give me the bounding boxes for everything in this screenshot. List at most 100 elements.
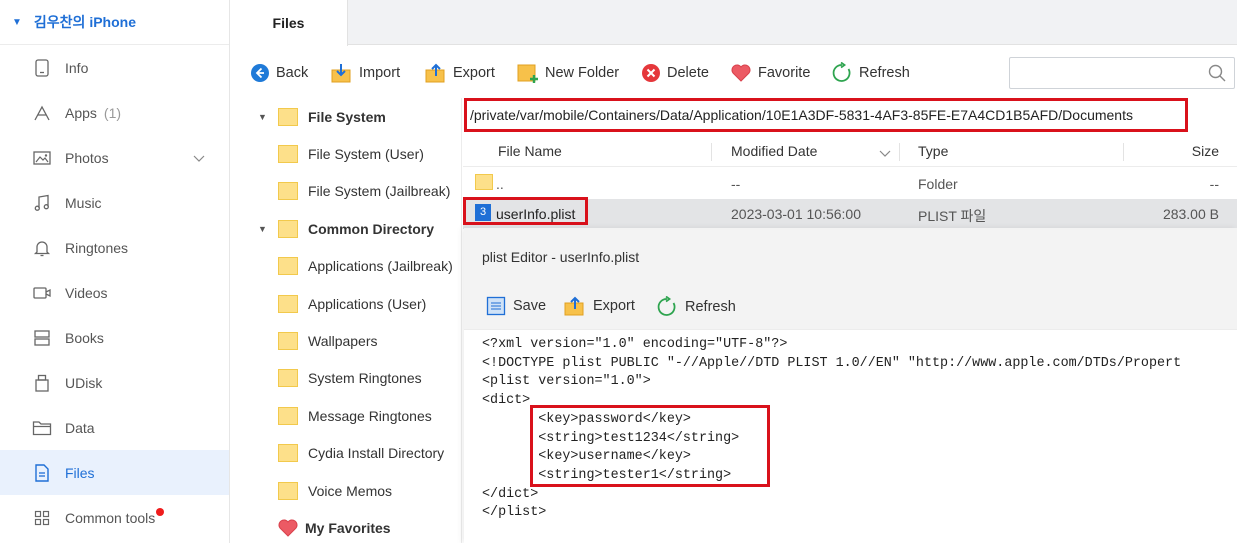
sidebar-item-files[interactable]: Files [0, 450, 229, 495]
folder-icon [475, 174, 493, 190]
table-row-selected[interactable]: 3 userInfo.plist 2023-03-01 10:56:00 PLI… [463, 197, 1237, 229]
sidebar-item-label: UDisk [65, 374, 103, 391]
sidebar-item-info[interactable]: Info [0, 45, 229, 90]
sidebar-item-data[interactable]: Data [0, 405, 229, 450]
back-arrow-icon [251, 64, 269, 82]
tree-item[interactable]: Cydia Install Directory [230, 435, 461, 472]
chevron-down-icon[interactable] [193, 150, 205, 166]
sidebar-item-photos[interactable]: Photos [0, 135, 229, 180]
column-separator[interactable] [899, 143, 900, 161]
folder-icon [278, 332, 298, 351]
search-box[interactable] [1009, 57, 1235, 89]
sort-chevron-icon[interactable] [879, 145, 891, 161]
expand-triangle-icon[interactable]: ▼ [258, 224, 267, 234]
new-folder-icon [517, 64, 538, 83]
file-modified: -- [731, 176, 741, 192]
column-header-modified[interactable]: Modified Date [731, 143, 817, 159]
code-line: </plist> [482, 505, 547, 521]
tree-group-label: Common Directory [308, 220, 435, 237]
import-label: Import [359, 65, 401, 81]
import-button[interactable]: Import [331, 62, 400, 84]
editor-refresh-button[interactable]: Refresh [656, 296, 736, 318]
sidebar-item-udisk[interactable]: UDisk [0, 360, 229, 405]
column-header-name[interactable]: File Name [498, 143, 562, 159]
editor-title-bar[interactable]: plist Editor - userInfo.plist [464, 228, 1237, 286]
folder-icon [278, 107, 298, 126]
tree-item[interactable]: Applications (Jailbreak) [230, 248, 461, 285]
tree-item-label: System Ringtones [308, 370, 422, 387]
sidebar-item-label: Info [65, 59, 89, 76]
sidebar-item-music[interactable]: Music [0, 180, 229, 225]
export-icon [425, 63, 445, 83]
export-label: Export [593, 298, 635, 314]
sidebar-item-label: Data [65, 419, 95, 436]
tree-group-file-system[interactable]: ▼ File System [230, 98, 461, 135]
sidebar-item-videos[interactable]: Videos [0, 270, 229, 315]
refresh-button[interactable]: Refresh [831, 62, 910, 84]
column-separator[interactable] [1123, 143, 1124, 161]
search-input[interactable] [1010, 58, 1200, 88]
delete-button[interactable]: Delete [641, 62, 709, 84]
file-list-header: File Name Modified Date Type Size [463, 136, 1237, 167]
sidebar-item-common-tools[interactable]: Common tools [0, 495, 229, 540]
sidebar-item-apps[interactable]: Apps (1) [0, 90, 229, 135]
import-icon [331, 64, 351, 83]
sidebar-item-label: Music [65, 194, 102, 211]
tab-bar: Files [230, 0, 1237, 46]
favorite-button[interactable]: Favorite [730, 62, 810, 84]
column-header-size[interactable]: Size [1192, 143, 1219, 159]
export-label: Export [453, 65, 495, 81]
editor-export-button[interactable]: Export [564, 296, 635, 316]
save-button[interactable]: Save [486, 296, 546, 316]
file-size: -- [1209, 176, 1219, 192]
tree-item-label: File System (Jailbreak) [308, 183, 451, 200]
code-line: <?xml version="1.0" encoding="UTF-8"?> [482, 337, 788, 352]
folder-icon [278, 182, 298, 201]
tree-item[interactable]: Voice Memos [230, 472, 461, 509]
folder-icon [278, 444, 298, 463]
code-line: </dict> [482, 486, 539, 502]
tree-item-label: Applications (Jailbreak) [308, 258, 453, 275]
tree-item[interactable]: File System (User) [230, 135, 461, 172]
tree-item[interactable]: File System (Jailbreak) [230, 173, 461, 210]
code-line: <!DOCTYPE plist PUBLIC "-//Apple//DTD PL… [482, 355, 1182, 371]
caret-down-icon[interactable]: ▼ [12, 17, 22, 28]
apps-count: (1) [103, 104, 122, 121]
tree-item[interactable]: Applications (User) [230, 285, 461, 322]
tree-group-common-directory[interactable]: ▼ Common Directory [230, 210, 461, 247]
folder-icon [278, 481, 298, 500]
books-icon [32, 328, 52, 348]
tree-item[interactable]: System Ringtones [230, 360, 461, 397]
tree-item-my-favorites[interactable]: My Favorites [230, 509, 461, 543]
tree-item-label: Cydia Install Directory [308, 445, 445, 462]
path-bar[interactable]: /private/var/mobile/Containers/Data/Appl… [464, 98, 1188, 132]
sidebar-item-books[interactable]: Books [0, 315, 229, 360]
device-header[interactable]: ▼ 김우찬의 iPhone [0, 0, 229, 45]
export-button[interactable]: Export [425, 62, 495, 84]
back-button[interactable]: Back [250, 62, 308, 84]
tree-item-label: Wallpapers [308, 333, 378, 350]
column-header-type[interactable]: Type [918, 143, 948, 159]
file-icon [32, 463, 52, 483]
tree-item[interactable]: Message Ringtones [230, 397, 461, 434]
photos-icon [32, 148, 52, 168]
column-separator[interactable] [711, 143, 712, 161]
sidebar-item-label: Common tools [65, 509, 156, 526]
search-icon[interactable] [1208, 64, 1226, 85]
tree-item-label: File System (User) [308, 146, 424, 163]
editor-toolbar: Save Export Refresh [464, 286, 1237, 330]
udisk-icon [32, 373, 52, 393]
sidebar-item-ringtones[interactable]: Ringtones [0, 225, 229, 270]
expand-triangle-icon[interactable]: ▼ [258, 112, 267, 122]
refresh-icon [657, 296, 676, 316]
plist-file-icon: 3 [475, 204, 491, 221]
delete-icon [642, 64, 660, 82]
sidebar-item-label: Files [65, 464, 95, 481]
path-text: /private/var/mobile/Containers/Data/Appl… [470, 107, 1133, 123]
heart-icon [731, 64, 751, 82]
tree-item[interactable]: Wallpapers [230, 322, 461, 359]
refresh-label: Refresh [859, 65, 910, 81]
tab-files[interactable]: Files [230, 0, 348, 46]
table-row[interactable]: .. -- Folder -- [463, 169, 1237, 199]
new-folder-button[interactable]: New Folder [517, 62, 619, 84]
